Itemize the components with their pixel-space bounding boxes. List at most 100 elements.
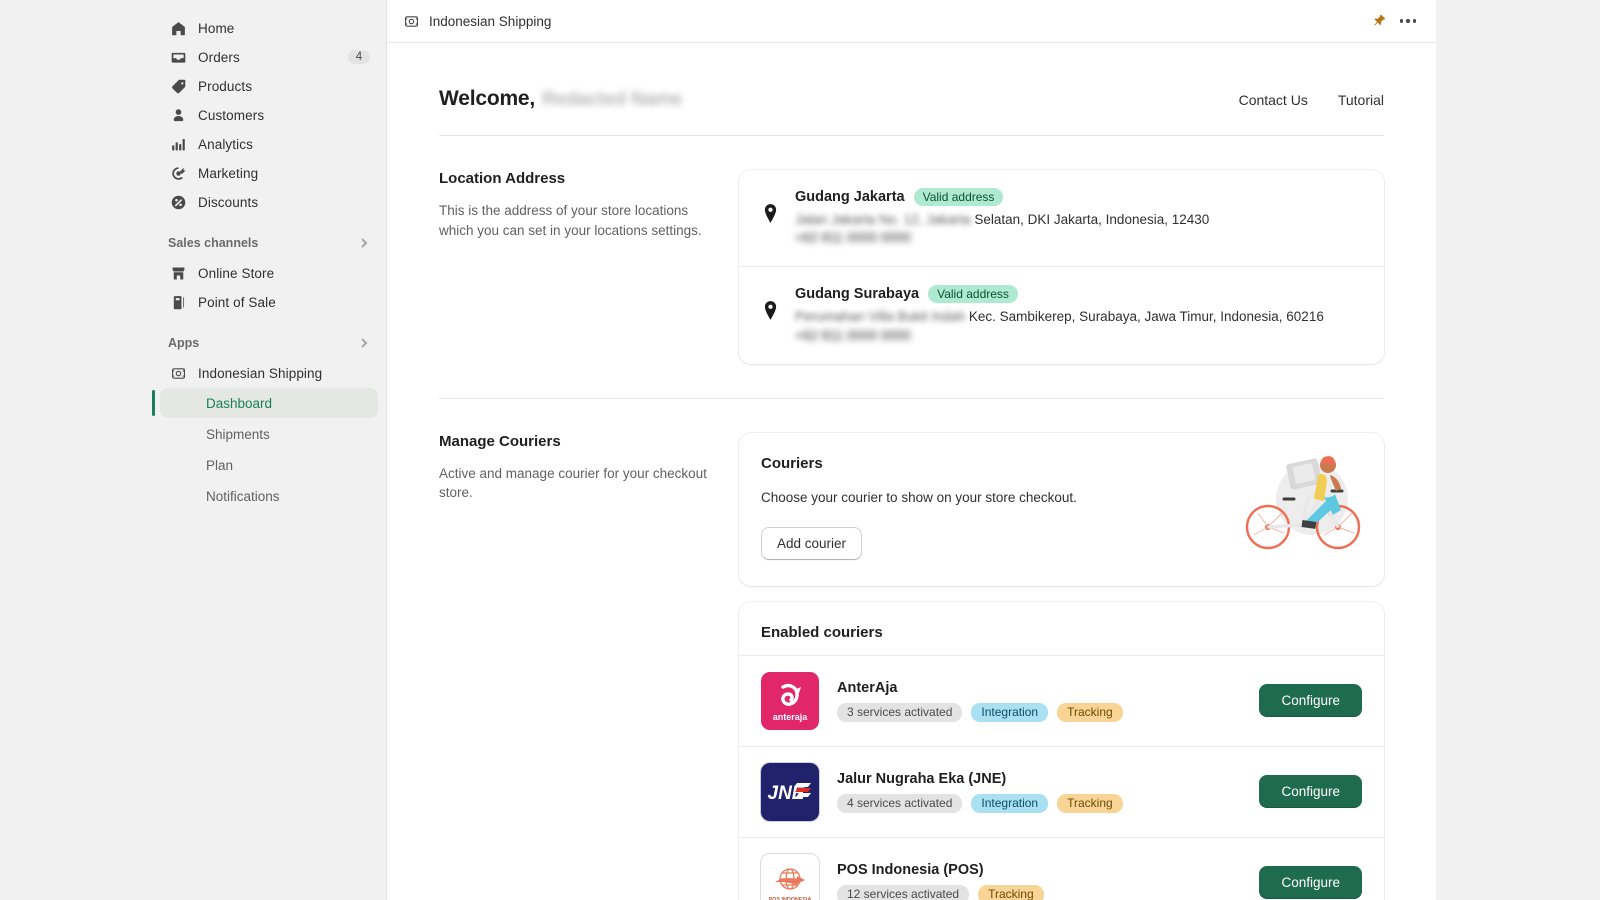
sidebar-item-marketing[interactable]: Marketing (160, 159, 378, 187)
app-shipping-icon (168, 363, 188, 383)
sidebar-subitem-label: Plan (206, 457, 234, 473)
app-shipping-icon (403, 13, 420, 30)
sidebar-item-customers[interactable]: Customers (160, 101, 378, 129)
sidebar-item-label: Analytics (198, 136, 253, 152)
sidebar-item-label: Indonesian Shipping (198, 365, 323, 381)
home-icon (168, 18, 188, 38)
tracking-badge: Tracking (1057, 702, 1123, 722)
courier-info: POS Indonesia (POS) 12 services activate… (837, 862, 1259, 900)
sidebar-item-home[interactable]: Home (160, 14, 378, 42)
courier-tags: 4 services activated Integration Trackin… (837, 793, 1259, 813)
online-store-icon (168, 263, 188, 283)
chevron-right-icon (358, 337, 370, 349)
sidebar-section-sales-channels[interactable]: Sales channels (160, 230, 378, 256)
welcome-header: Welcome, Redacted Name Contact Us Tutoria… (439, 43, 1384, 135)
sales-channels-label: Sales channels (168, 236, 259, 250)
sidebar-item-point-of-sale[interactable]: Point of Sale (160, 288, 378, 316)
sidebar-item-label: Marketing (198, 165, 259, 181)
welcome-actions: Contact Us Tutorial (1239, 92, 1384, 108)
status-badge: Valid address (913, 188, 1004, 206)
location-address-redacted: Perumahan Villa Bukit Indah (795, 309, 966, 325)
pos-indonesia-logo: POS INDONESIA (761, 853, 819, 900)
products-tag-icon (168, 76, 188, 96)
courier-row: POS INDONESIA POS Indonesia (POS) 12 ser… (739, 836, 1384, 900)
sidebar-item-label: Point of Sale (198, 294, 276, 310)
sidebar-item-label: Orders (198, 49, 240, 65)
sidebar-item-shipments[interactable]: Shipments (160, 419, 378, 449)
app-panel: Indonesian Shipping Welcome, Redacted Nam… (386, 0, 1436, 900)
app-topbar: Indonesian Shipping (387, 0, 1436, 43)
sidebar-item-plan[interactable]: Plan (160, 450, 378, 480)
tracking-badge: Tracking (1057, 793, 1123, 813)
location-address: Perumahan Villa Bukit Indah Kec. Sambike… (795, 307, 1364, 327)
jne-logo: JNE (761, 762, 819, 821)
services-count-badge: 4 services activated (837, 793, 963, 813)
sidebar-item-label: Online Store (198, 265, 275, 281)
couriers-section-title: Manage Couriers (439, 432, 561, 450)
location-row[interactable]: Gudang Surabaya Valid address Perumahan … (739, 266, 1384, 363)
location-section-description: This is the address of your store locati… (439, 203, 702, 238)
map-pin-icon (759, 204, 781, 223)
tutorial-link[interactable]: Tutorial (1338, 92, 1384, 108)
courier-name: POS Indonesia (POS) (837, 861, 984, 878)
apps-label: Apps (168, 336, 200, 350)
location-section-title: Location Address (439, 170, 566, 187)
location-section-info: Location Address This is the address of … (439, 170, 739, 364)
sidebar-item-orders[interactable]: Orders 4 (160, 43, 378, 71)
point-of-sale-icon (168, 292, 188, 312)
svg-text:anteraja: anteraja (773, 712, 809, 722)
contact-us-link[interactable]: Contact Us (1239, 92, 1308, 108)
couriers-card: Couriers Choose your courier to show on … (739, 432, 1384, 586)
add-courier-button[interactable]: Add courier (761, 526, 863, 560)
location-header: Gudang Jakarta Valid address (795, 188, 1364, 206)
configure-button[interactable]: Configure (1259, 775, 1362, 808)
map-pin-icon (759, 301, 781, 321)
sidebar-item-discounts[interactable]: Discounts (160, 188, 378, 216)
marketing-target-icon (168, 163, 188, 183)
sidebar-item-products[interactable]: Products (160, 72, 378, 100)
enabled-couriers-title: Enabled couriers (761, 623, 883, 641)
sidebar-section-apps[interactable]: Apps (160, 330, 378, 356)
store-name-redacted: Redacted Name (542, 89, 683, 110)
sidebar-item-label: Products (198, 78, 253, 94)
discounts-icon (168, 192, 188, 212)
welcome-greeting: Welcome, (439, 87, 536, 110)
more-horizontal-icon[interactable] (1394, 8, 1422, 34)
integration-badge: Integration (971, 793, 1049, 813)
courier-row: anteraja AnterAja 3 services activated I… (739, 654, 1384, 746)
sidebar-item-dashboard[interactable]: Dashboard (152, 388, 378, 418)
manage-couriers-section: Manage Couriers Active and manage courie… (439, 399, 1384, 900)
sidebar-subitem-label: Dashboard (206, 395, 273, 411)
location-phone-redacted: +62 811 0000 0000 (795, 230, 911, 246)
chevron-right-icon (358, 237, 370, 249)
sidebar: Home Orders 4 Products Customers Analyti… (152, 0, 386, 900)
location-details: Gudang Surabaya Valid address Perumahan … (795, 285, 1364, 345)
location-address-redacted: Jalan Jakarta No. 12, Jakarta (795, 212, 971, 227)
courier-name: Jalur Nugraha Eka (JNE) (837, 770, 1007, 787)
location-address: Jalan Jakarta No. 12, Jakarta Selatan, D… (795, 210, 1364, 230)
sidebar-item-notifications[interactable]: Notifications (160, 481, 378, 511)
orders-count-badge: 4 (348, 50, 370, 64)
tracking-badge: Tracking (978, 884, 1044, 900)
sidebar-item-label: Customers (198, 107, 265, 123)
pin-icon[interactable] (1366, 8, 1392, 34)
configure-button[interactable]: Configure (1259, 684, 1362, 717)
integration-badge: Integration (971, 702, 1049, 722)
anteraja-logo: anteraja (761, 671, 819, 730)
configure-button[interactable]: Configure (1259, 866, 1362, 899)
services-count-badge: 12 services activated (837, 884, 970, 900)
sidebar-item-analytics[interactable]: Analytics (160, 130, 378, 158)
location-address-section: Location Address This is the address of … (439, 136, 1384, 364)
app-title: Indonesian Shipping (429, 13, 552, 29)
location-address-visible: Selatan, DKI Jakarta, Indonesia, 12430 (974, 212, 1210, 227)
sidebar-item-indonesian-shipping[interactable]: Indonesian Shipping (160, 359, 378, 387)
services-count-badge: 3 services activated (837, 702, 963, 722)
sidebar-item-online-store[interactable]: Online Store (160, 259, 378, 287)
courier-row: JNE Jalur Nugraha Eka (JNE) 4 services a… (739, 745, 1384, 837)
location-header: Gudang Surabaya Valid address (795, 285, 1364, 304)
sidebar-subitem-label: Shipments (206, 426, 270, 442)
courier-tags: 3 services activated Integration Trackin… (837, 702, 1259, 722)
location-phone-redacted: +62 811 0000 0000 (795, 327, 911, 343)
page-title: Welcome, Redacted Name (439, 87, 682, 111)
location-row[interactable]: Gudang Jakarta Valid address Jalan Jakar… (739, 170, 1384, 266)
